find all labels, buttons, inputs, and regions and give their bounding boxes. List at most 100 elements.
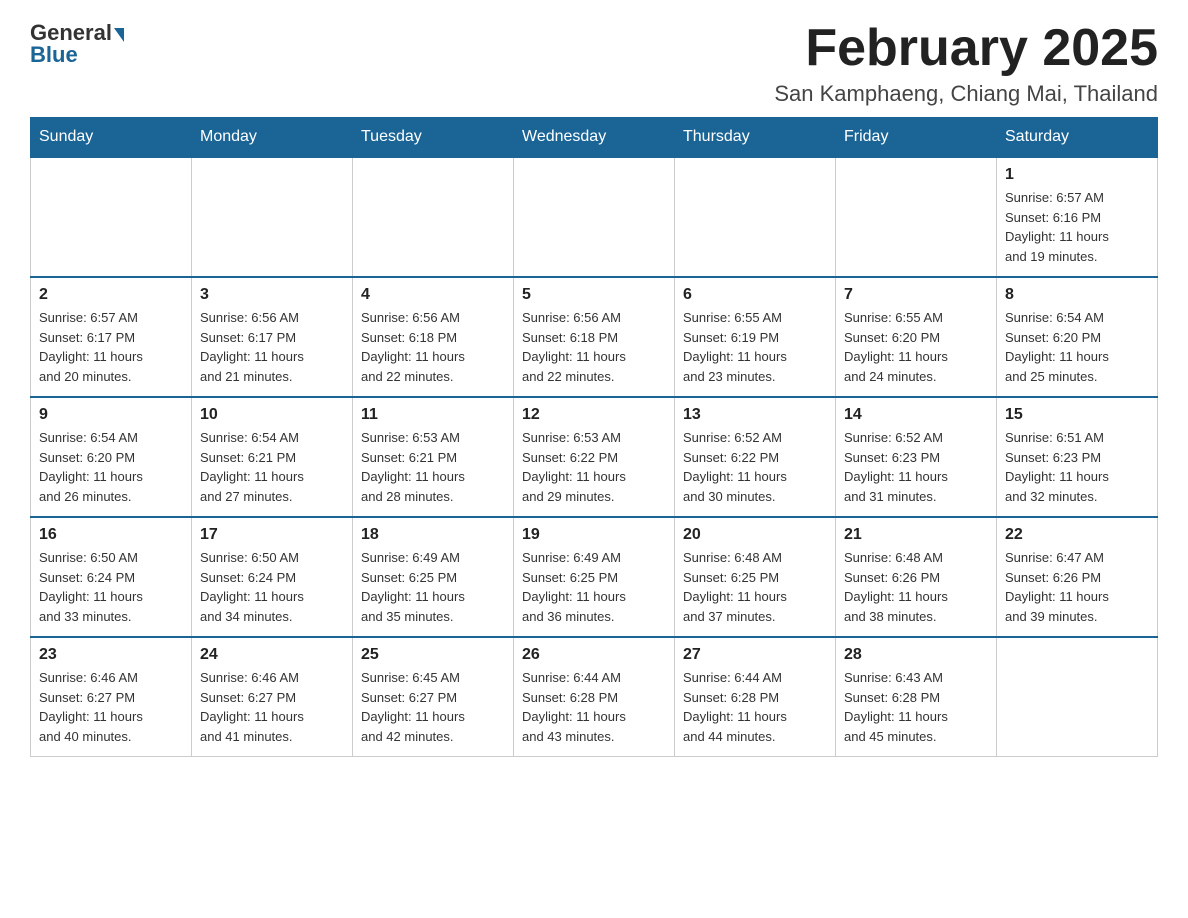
day-number: 6	[683, 286, 827, 304]
calendar-day-cell: 15 Sunrise: 6:51 AM Sunset: 6:23 PM Dayli…	[997, 397, 1158, 517]
calendar-day-cell: 8Sunrise: 6:54 AM Sunset: 6:20 PM Daylig…	[997, 277, 1158, 397]
day-info: Sunrise: 6:54 AM Sunset: 6:20 PM Dayligh…	[1005, 308, 1149, 386]
day-number: 14	[844, 406, 988, 424]
calendar-day-cell: 2 Sunrise: 6:57 AM Sunset: 6:17 PM Daylig…	[31, 277, 192, 397]
calendar-week-row: 2 Sunrise: 6:57 AM Sunset: 6:17 PM Daylig…	[31, 277, 1158, 397]
month-title: February 2025	[774, 20, 1158, 77]
calendar-day-cell	[192, 157, 353, 277]
calendar-table: SundayMondayTuesdayWednesdayThursdayFrid…	[30, 117, 1158, 757]
day-number: 5	[522, 286, 666, 304]
day-number: 17	[200, 526, 344, 544]
weekday-header-friday: Friday	[836, 118, 997, 158]
day-info: Sunrise: 6:46 AM Sunset: 6:27 PM Dayligh…	[200, 668, 344, 746]
day-info: Sunrise: 6:50 AM Sunset: 6:24 PM Dayligh…	[39, 548, 183, 626]
day-info: Sunrise: 6:44 AM Sunset: 6:28 PM Dayligh…	[522, 668, 666, 746]
calendar-day-cell: 25 Sunrise: 6:45 AM Sunset: 6:27 PM Dayli…	[353, 637, 514, 757]
day-info: Sunrise: 6:57 AM Sunset: 6:17 PM Dayligh…	[39, 308, 183, 386]
calendar-day-cell	[353, 157, 514, 277]
calendar-day-cell: 27Sunrise: 6:44 AM Sunset: 6:28 PM Dayli…	[675, 637, 836, 757]
calendar-week-row: 1 Sunrise: 6:57 AM Sunset: 6:16 PM Daylig…	[31, 157, 1158, 277]
day-number: 26	[522, 646, 666, 664]
calendar-day-cell: 16 Sunrise: 6:50 AM Sunset: 6:24 PM Dayli…	[31, 517, 192, 637]
weekday-header-tuesday: Tuesday	[353, 118, 514, 158]
location-subtitle: San Kamphaeng, Chiang Mai, Thailand	[774, 81, 1158, 107]
weekday-header-wednesday: Wednesday	[514, 118, 675, 158]
calendar-week-row: 9 Sunrise: 6:54 AM Sunset: 6:20 PM Daylig…	[31, 397, 1158, 517]
day-number: 18	[361, 526, 505, 544]
day-info: Sunrise: 6:55 AM Sunset: 6:19 PM Dayligh…	[683, 308, 827, 386]
calendar-day-cell: 3 Sunrise: 6:56 AM Sunset: 6:17 PM Daylig…	[192, 277, 353, 397]
day-number: 21	[844, 526, 988, 544]
day-number: 2	[39, 286, 183, 304]
day-number: 16	[39, 526, 183, 544]
calendar-day-cell: 26 Sunrise: 6:44 AM Sunset: 6:28 PM Dayli…	[514, 637, 675, 757]
day-info: Sunrise: 6:54 AM Sunset: 6:21 PM Dayligh…	[200, 428, 344, 506]
day-info: Sunrise: 6:45 AM Sunset: 6:27 PM Dayligh…	[361, 668, 505, 746]
day-info: Sunrise: 6:49 AM Sunset: 6:25 PM Dayligh…	[361, 548, 505, 626]
day-info: Sunrise: 6:43 AM Sunset: 6:28 PM Dayligh…	[844, 668, 988, 746]
day-info: Sunrise: 6:56 AM Sunset: 6:17 PM Dayligh…	[200, 308, 344, 386]
day-info: Sunrise: 6:48 AM Sunset: 6:26 PM Dayligh…	[844, 548, 988, 626]
day-info: Sunrise: 6:54 AM Sunset: 6:20 PM Dayligh…	[39, 428, 183, 506]
calendar-day-cell: 18 Sunrise: 6:49 AM Sunset: 6:25 PM Dayli…	[353, 517, 514, 637]
calendar-day-cell: 21 Sunrise: 6:48 AM Sunset: 6:26 PM Dayli…	[836, 517, 997, 637]
day-info: Sunrise: 6:52 AM Sunset: 6:23 PM Dayligh…	[844, 428, 988, 506]
calendar-day-cell: 6 Sunrise: 6:55 AM Sunset: 6:19 PM Daylig…	[675, 277, 836, 397]
day-number: 1	[1005, 166, 1149, 184]
calendar-day-cell	[836, 157, 997, 277]
calendar-day-cell: 7Sunrise: 6:55 AM Sunset: 6:20 PM Daylig…	[836, 277, 997, 397]
calendar-day-cell: 22 Sunrise: 6:47 AM Sunset: 6:26 PM Dayli…	[997, 517, 1158, 637]
calendar-day-cell	[31, 157, 192, 277]
calendar-day-cell: 28 Sunrise: 6:43 AM Sunset: 6:28 PM Dayli…	[836, 637, 997, 757]
day-info: Sunrise: 6:53 AM Sunset: 6:22 PM Dayligh…	[522, 428, 666, 506]
day-info: Sunrise: 6:56 AM Sunset: 6:18 PM Dayligh…	[522, 308, 666, 386]
calendar-day-cell: 24 Sunrise: 6:46 AM Sunset: 6:27 PM Dayli…	[192, 637, 353, 757]
calendar-day-cell: 12Sunrise: 6:53 AM Sunset: 6:22 PM Dayli…	[514, 397, 675, 517]
day-number: 23	[39, 646, 183, 664]
day-number: 11	[361, 406, 505, 424]
day-number: 10	[200, 406, 344, 424]
calendar-week-row: 23 Sunrise: 6:46 AM Sunset: 6:27 PM Dayli…	[31, 637, 1158, 757]
calendar-day-cell: 13Sunrise: 6:52 AM Sunset: 6:22 PM Dayli…	[675, 397, 836, 517]
calendar-day-cell: 19Sunrise: 6:49 AM Sunset: 6:25 PM Dayli…	[514, 517, 675, 637]
calendar-day-cell: 4Sunrise: 6:56 AM Sunset: 6:18 PM Daylig…	[353, 277, 514, 397]
calendar-day-cell	[997, 637, 1158, 757]
calendar-day-cell: 20 Sunrise: 6:48 AM Sunset: 6:25 PM Dayli…	[675, 517, 836, 637]
day-info: Sunrise: 6:53 AM Sunset: 6:21 PM Dayligh…	[361, 428, 505, 506]
day-number: 15	[1005, 406, 1149, 424]
day-number: 20	[683, 526, 827, 544]
day-info: Sunrise: 6:55 AM Sunset: 6:20 PM Dayligh…	[844, 308, 988, 386]
day-info: Sunrise: 6:47 AM Sunset: 6:26 PM Dayligh…	[1005, 548, 1149, 626]
day-number: 24	[200, 646, 344, 664]
weekday-header-sunday: Sunday	[31, 118, 192, 158]
calendar-week-row: 16 Sunrise: 6:50 AM Sunset: 6:24 PM Dayli…	[31, 517, 1158, 637]
calendar-day-cell: 5 Sunrise: 6:56 AM Sunset: 6:18 PM Daylig…	[514, 277, 675, 397]
calendar-day-cell	[514, 157, 675, 277]
calendar-day-cell: 10 Sunrise: 6:54 AM Sunset: 6:21 PM Dayli…	[192, 397, 353, 517]
day-info: Sunrise: 6:57 AM Sunset: 6:16 PM Dayligh…	[1005, 188, 1149, 266]
calendar-day-cell: 14 Sunrise: 6:52 AM Sunset: 6:23 PM Dayli…	[836, 397, 997, 517]
calendar-day-cell: 11 Sunrise: 6:53 AM Sunset: 6:21 PM Dayli…	[353, 397, 514, 517]
page-header: General Blue February 2025 San Kamphaeng…	[30, 20, 1158, 107]
calendar-day-cell: 23 Sunrise: 6:46 AM Sunset: 6:27 PM Dayli…	[31, 637, 192, 757]
day-number: 22	[1005, 526, 1149, 544]
weekday-header-saturday: Saturday	[997, 118, 1158, 158]
day-info: Sunrise: 6:50 AM Sunset: 6:24 PM Dayligh…	[200, 548, 344, 626]
calendar-header-row: SundayMondayTuesdayWednesdayThursdayFrid…	[31, 118, 1158, 158]
logo-arrow-icon	[114, 28, 124, 42]
day-info: Sunrise: 6:48 AM Sunset: 6:25 PM Dayligh…	[683, 548, 827, 626]
day-info: Sunrise: 6:51 AM Sunset: 6:23 PM Dayligh…	[1005, 428, 1149, 506]
day-number: 9	[39, 406, 183, 424]
day-number: 28	[844, 646, 988, 664]
day-number: 3	[200, 286, 344, 304]
day-number: 25	[361, 646, 505, 664]
day-info: Sunrise: 6:56 AM Sunset: 6:18 PM Dayligh…	[361, 308, 505, 386]
day-info: Sunrise: 6:46 AM Sunset: 6:27 PM Dayligh…	[39, 668, 183, 746]
calendar-day-cell: 17 Sunrise: 6:50 AM Sunset: 6:24 PM Dayli…	[192, 517, 353, 637]
day-number: 13	[683, 406, 827, 424]
day-number: 19	[522, 526, 666, 544]
title-block: February 2025 San Kamphaeng, Chiang Mai,…	[774, 20, 1158, 107]
calendar-day-cell: 1 Sunrise: 6:57 AM Sunset: 6:16 PM Daylig…	[997, 157, 1158, 277]
weekday-header-monday: Monday	[192, 118, 353, 158]
day-info: Sunrise: 6:44 AM Sunset: 6:28 PM Dayligh…	[683, 668, 827, 746]
